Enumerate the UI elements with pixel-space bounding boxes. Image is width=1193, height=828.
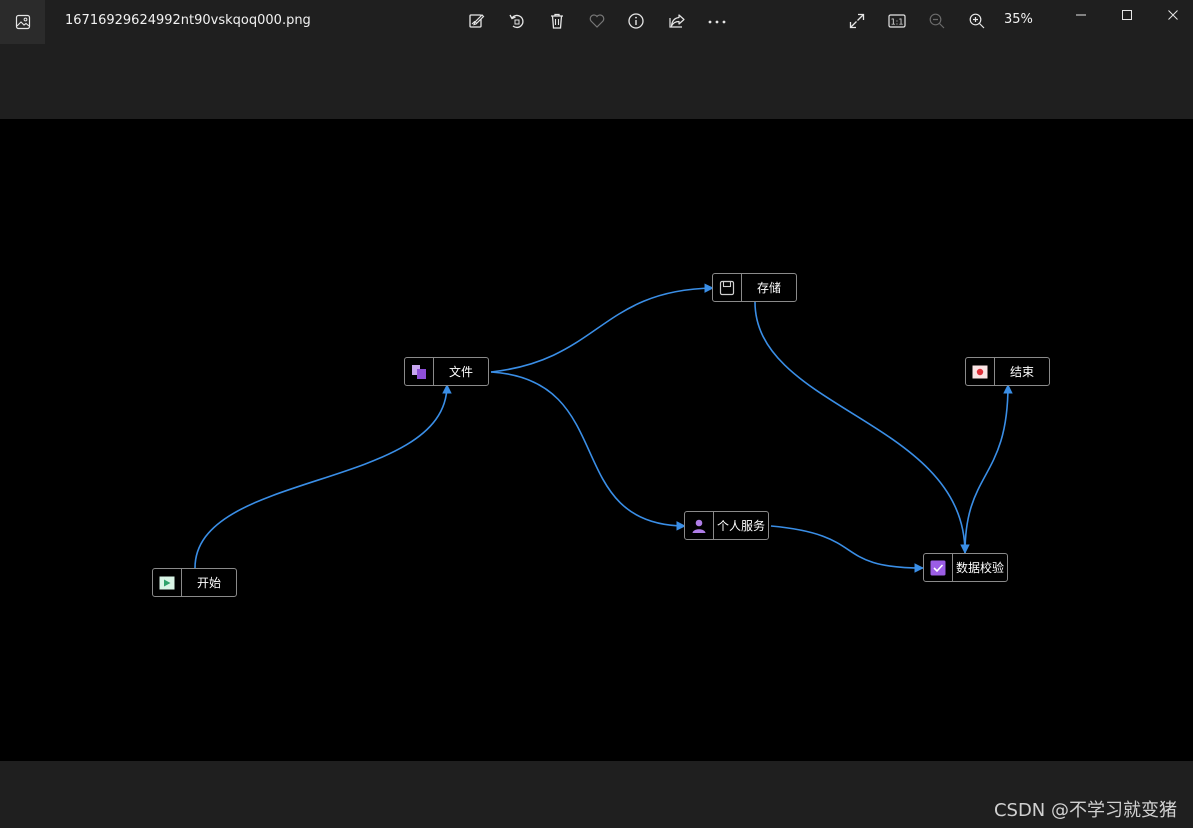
watermark: CSDN @不学习就变猪 (993, 800, 1177, 821)
edge-storage-verify (754, 301, 970, 554)
edge-verify-end (964, 384, 1013, 554)
close-icon (1168, 10, 1178, 20)
node-verify[interactable]: 数据校验 (923, 553, 1008, 582)
node-end-label: 结束 (1009, 365, 1034, 379)
node-end[interactable]: 结束 (965, 357, 1050, 386)
save-icon (719, 280, 735, 295)
zoom-in-button[interactable] (963, 8, 991, 34)
zoom-out-icon (929, 13, 945, 29)
node-start-label: 开始 (196, 576, 221, 590)
zoom-in-icon (969, 13, 985, 29)
edge-file-storage (490, 283, 714, 373)
zoom-out-button[interactable] (923, 8, 951, 34)
close-button[interactable] (1150, 0, 1193, 30)
edge-start-file (194, 384, 452, 569)
node-storage-label: 存储 (756, 281, 781, 295)
node-verify-label: 数据校验 (955, 561, 1004, 575)
maximize-button[interactable] (1104, 0, 1150, 30)
files-icon (412, 364, 426, 379)
svg-text:1:1: 1:1 (891, 18, 904, 27)
edit-icon (469, 14, 485, 28)
image-icon (15, 14, 30, 30)
play-icon (159, 576, 175, 589)
edit-button[interactable] (463, 8, 491, 34)
node-start[interactable]: 开始 (152, 568, 237, 597)
info-button[interactable] (622, 8, 650, 34)
actual-size-button[interactable]: 1:1 (883, 8, 911, 34)
minimize-icon (1076, 14, 1086, 16)
title-bar: 16716929624992nt90vskqoq000.png 1:1 35% (0, 0, 1193, 44)
rotate-icon (509, 14, 524, 29)
minimize-button[interactable] (1058, 0, 1104, 30)
zoom-level[interactable]: 35% (1004, 12, 1033, 27)
fullscreen-button[interactable] (843, 8, 871, 34)
fullscreen-icon (849, 13, 865, 29)
node-file[interactable]: 文件 (404, 357, 489, 386)
favorite-button[interactable] (583, 8, 611, 34)
node-service-label: 个人服务 (716, 519, 765, 533)
toolbar-strip (0, 44, 1193, 119)
node-service[interactable]: 个人服务 (684, 511, 769, 540)
node-file-label: 文件 (448, 365, 473, 379)
actual-size-icon: 1:1 (888, 14, 906, 28)
more-button[interactable] (703, 8, 731, 34)
rotate-button[interactable] (503, 8, 531, 34)
share-button[interactable] (663, 8, 691, 34)
node-storage[interactable]: 存储 (712, 273, 797, 302)
photos-app-icon[interactable] (0, 0, 45, 44)
info-icon (628, 13, 644, 29)
share-icon (669, 14, 685, 28)
more-icon (708, 20, 726, 24)
delete-icon (551, 13, 563, 29)
edge-service-verify (770, 525, 924, 573)
edge-file-service (490, 371, 686, 531)
favorite-icon (589, 14, 605, 28)
image-canvas: 开始 文件 存储 个人服务 数据校验 结束 (0, 119, 1193, 761)
flow-edges (194, 283, 1013, 573)
file-name: 16716929624992nt90vskqoq000.png (65, 13, 311, 28)
maximize-icon (1122, 10, 1132, 20)
checkbox-icon (930, 560, 946, 575)
delete-button[interactable] (543, 8, 571, 34)
user-icon (692, 519, 706, 533)
stop-icon (972, 365, 988, 378)
